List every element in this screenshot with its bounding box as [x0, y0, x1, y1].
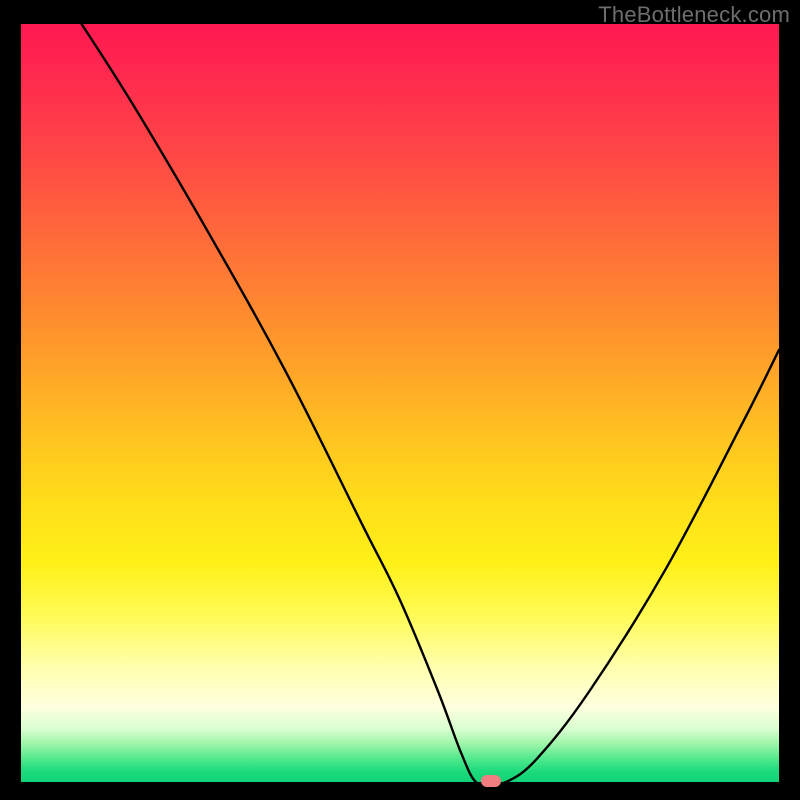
watermark-label: TheBottleneck.com [598, 2, 790, 28]
optimum-marker [481, 775, 501, 787]
bottleneck-curve [82, 24, 779, 784]
chart-frame: TheBottleneck.com [0, 0, 800, 800]
curve-layer [21, 24, 779, 782]
plot-area [21, 24, 779, 782]
